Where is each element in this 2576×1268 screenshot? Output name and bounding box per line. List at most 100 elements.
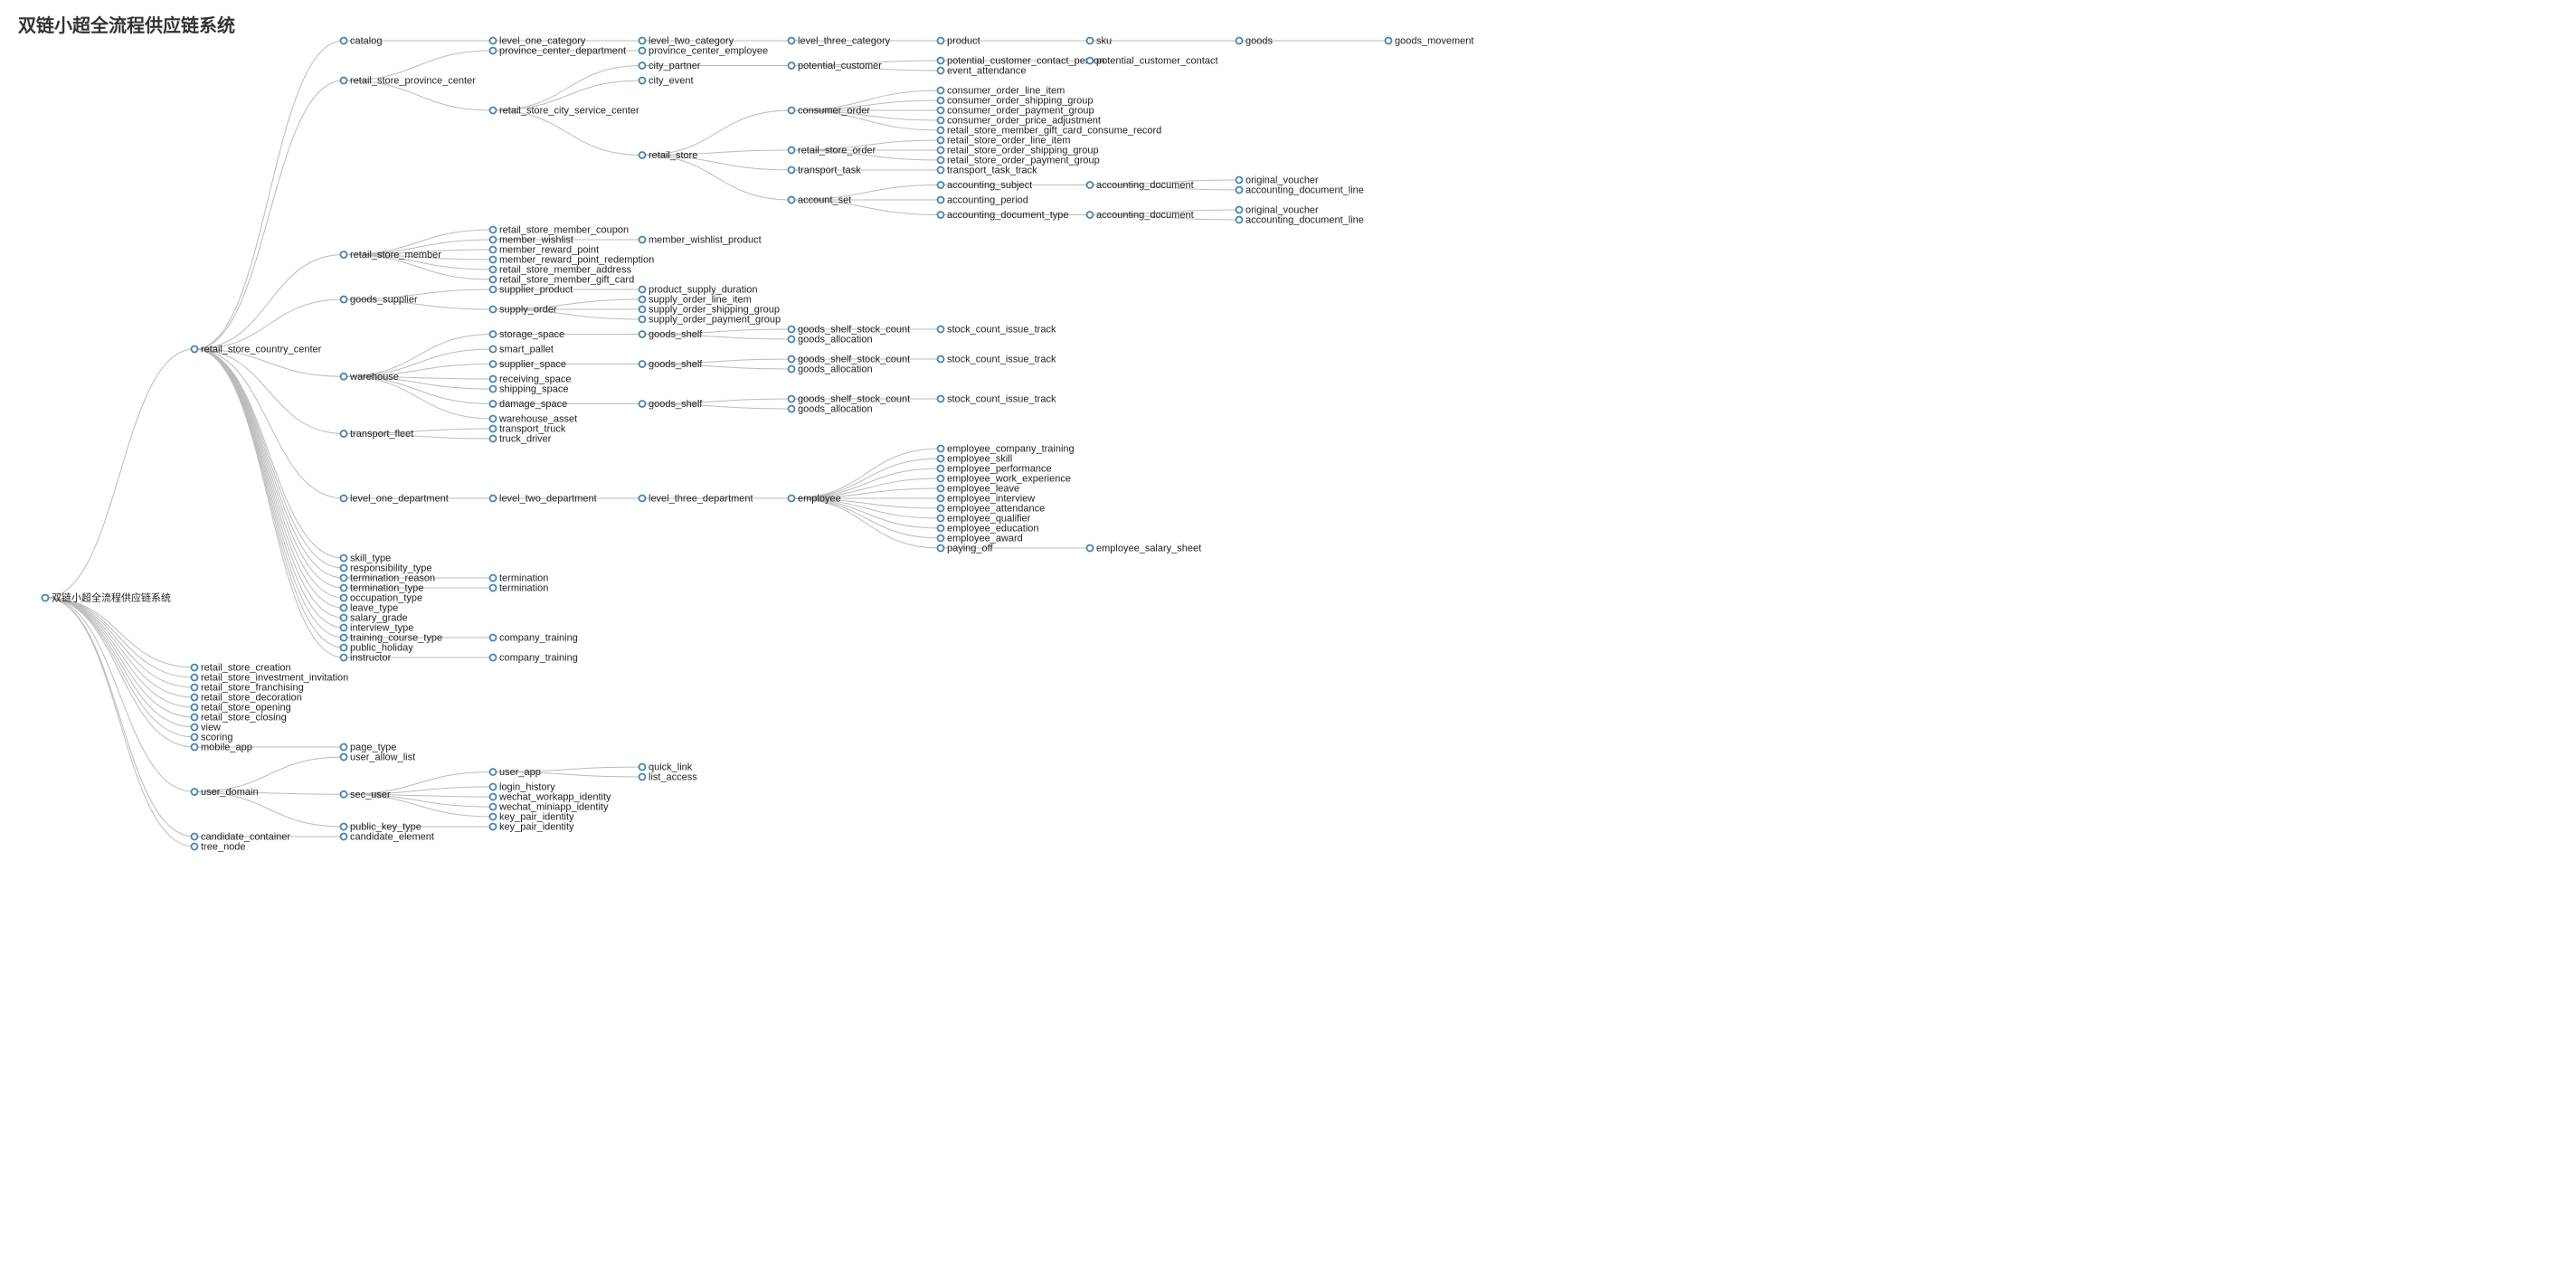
tree-node-dot[interactable] [192,834,198,840]
tree-node-dot[interactable] [490,247,497,253]
tree-node[interactable]: goods_shelf [639,359,704,370]
tree-node-dot[interactable] [490,794,497,800]
tree-node-dot[interactable] [341,297,347,303]
tree-node[interactable]: accounting_document_line [1236,185,1364,196]
tree-node-dot[interactable] [938,157,944,164]
tree-node-dot[interactable] [639,237,646,243]
tree-node-dot[interactable] [43,595,49,601]
tree-node-dot[interactable] [490,108,497,114]
tree-node-dot[interactable] [192,844,198,850]
tree-node-dot[interactable] [490,237,497,243]
tree-node-dot[interactable] [341,834,347,840]
tree-node-dot[interactable] [341,824,347,830]
tree-node-dot[interactable] [341,431,347,437]
tree-node[interactable]: retail_store_country_center [192,345,322,355]
tree-node-dot[interactable] [490,575,497,582]
tree-node-dot[interactable] [789,366,795,373]
tree-node-dot[interactable] [938,476,944,482]
tree-node-dot[interactable] [192,744,198,751]
tree-node-dot[interactable] [789,38,795,44]
tree-node-dot[interactable] [639,307,646,313]
tree-node-dot[interactable] [341,555,347,562]
tree-node-dot[interactable] [639,62,646,69]
tree-node-dot[interactable] [639,764,646,771]
tree-node-dot[interactable] [938,486,944,492]
tree-node-dot[interactable] [938,545,944,552]
tree-node-dot[interactable] [938,356,944,363]
tree-node-dot[interactable] [192,685,198,691]
tree-node-dot[interactable] [938,535,944,542]
tree-node-dot[interactable] [341,655,347,661]
tree-node[interactable]: tree_node [192,842,246,853]
tree-node-dot[interactable] [192,665,198,671]
tree-node-dot[interactable] [1236,38,1243,44]
tree-node-dot[interactable] [1236,187,1243,194]
tree-node-dot[interactable] [192,675,198,681]
tree-node[interactable]: accounting_document [1087,210,1194,221]
tree-node[interactable]: accounting_document [1087,180,1194,191]
tree-node-dot[interactable] [938,525,944,532]
tree-node-dot[interactable] [490,401,497,407]
tree-node-dot[interactable] [938,108,944,114]
tree-node-dot[interactable] [490,416,497,422]
tree-node[interactable]: instructor [341,653,392,664]
tree-node-dot[interactable] [938,182,944,188]
tree-node-dot[interactable] [341,565,347,572]
tree-node-dot[interactable] [938,98,944,104]
tree-node[interactable]: smart_pallet [490,345,554,355]
tree-node-dot[interactable] [490,655,497,661]
tree-node[interactable]: key_pair_identity [490,822,575,833]
tree-node[interactable]: supply_order_payment_group [639,315,781,326]
tree-node-dot[interactable] [639,774,646,781]
tree-node-dot[interactable] [490,784,497,790]
tree-node-dot[interactable] [938,38,944,44]
tree-node-dot[interactable] [639,152,646,158]
tree-node[interactable]: product [938,36,980,47]
tree-node-dot[interactable] [341,251,347,258]
tree-node[interactable]: retail_store_province_center [341,76,477,87]
tree-node-dot[interactable] [938,466,944,472]
tree-node-dot[interactable] [938,396,944,402]
tree-node[interactable]: potential_customer_contact [1087,56,1218,67]
tree-node-dot[interactable] [639,48,646,54]
tree-node-dot[interactable] [192,705,198,711]
tree-node-dot[interactable] [938,326,944,333]
tree-node[interactable]: goods_movement [1386,36,1474,47]
tree-node[interactable]: accounting_document_line [1236,215,1364,226]
tree-node[interactable]: goods [1236,36,1274,47]
tree-node-dot[interactable] [789,356,795,363]
tree-node[interactable]: accounting_subject [938,180,1033,191]
tree-node-dot[interactable] [938,88,944,94]
tree-node-dot[interactable] [192,714,198,721]
tree-node-dot[interactable] [192,346,198,353]
tree-node-dot[interactable] [341,595,347,601]
tree-node-dot[interactable] [1236,217,1243,223]
tree-node-dot[interactable] [490,436,497,442]
tree-node-dot[interactable] [192,724,198,731]
tree-node[interactable]: damage_space [490,399,568,410]
tree-node[interactable]: goods_allocation [789,364,873,375]
tree-node[interactable]: city_event [639,76,694,87]
tree-node-dot[interactable] [341,605,347,611]
tree-node[interactable]: retail_store_order [789,146,876,156]
tree-node-dot[interactable] [789,167,795,174]
tree-node[interactable]: termination [490,583,549,594]
tree-node[interactable]: sku [1087,36,1113,47]
tree-node-dot[interactable] [1087,545,1094,552]
tree-node[interactable]: province_center_department [490,46,627,57]
tree-node[interactable]: level_two_department [490,494,597,505]
tree-node-dot[interactable] [938,496,944,502]
tree-node-dot[interactable] [490,585,497,591]
tree-node[interactable]: level_one_department [341,494,449,505]
tree-node-dot[interactable] [192,695,198,701]
tree-node[interactable]: list_access [639,772,698,783]
tree-node-dot[interactable] [639,297,646,303]
tree-node-dot[interactable] [490,48,497,54]
tree-node[interactable]: retail_store_member [341,250,442,260]
tree-node[interactable]: transport_task_track [938,166,1038,176]
tree-node-dot[interactable] [938,516,944,522]
tree-node-dot[interactable] [490,38,497,44]
tree-node[interactable]: 双链小超全流程供应链系统 [43,591,172,604]
tree-node[interactable]: level_three_category [789,36,891,47]
tree-node-dot[interactable] [490,635,497,641]
